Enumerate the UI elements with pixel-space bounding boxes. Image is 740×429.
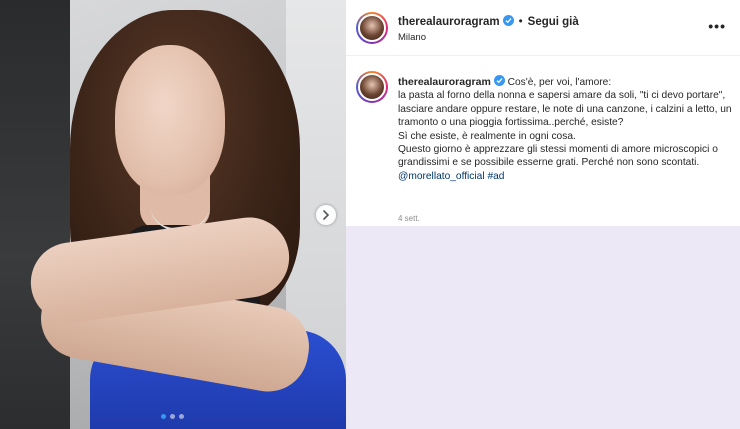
post-header: therealauroragram • Segui già Milano ••• [346, 0, 740, 56]
separator-dot: • [518, 16, 523, 28]
mention-link[interactable]: @morellato_official [398, 171, 485, 182]
carousel-dot [179, 414, 184, 419]
verified-badge-icon [493, 75, 505, 86]
caption-line: la pasta al forno della nonna e sapersi … [398, 90, 732, 129]
comments-section: therealauroragram Cos'è, per voi, l'amor… [346, 57, 740, 227]
post-timestamp[interactable]: 4 sett. [398, 214, 420, 223]
chevron-right-icon [323, 210, 330, 220]
post-caption: therealauroragram Cos'è, per voi, l'amor… [398, 75, 733, 183]
more-options-icon[interactable]: ••• [708, 18, 726, 34]
photo-background-dark [0, 0, 70, 429]
empty-panel-area [346, 226, 740, 429]
avatar[interactable] [356, 71, 388, 103]
carousel-dot [170, 414, 175, 419]
post-side-panel: therealauroragram • Segui già Milano ••• t… [346, 0, 740, 429]
carousel-dot [161, 414, 166, 419]
avatar[interactable] [356, 12, 388, 44]
caption-line: Cos'è, per voi, l'amore: [507, 77, 612, 88]
caption-line: Sì che esiste, è realmente in ogni cosa. [398, 130, 576, 142]
carousel-next-button[interactable] [316, 205, 336, 225]
post-location[interactable]: Milano [398, 32, 426, 43]
photo-face [115, 45, 225, 195]
following-button[interactable]: Segui già [528, 16, 579, 28]
carousel-indicator [161, 414, 184, 419]
header-username[interactable]: therealauroragram [398, 16, 500, 28]
caption-username[interactable]: therealauroragram [398, 76, 491, 88]
header-name-line: therealauroragram • Segui già [398, 15, 579, 28]
verified-badge-icon [502, 15, 514, 26]
post-photo[interactable] [0, 0, 346, 429]
hashtag-link[interactable]: #ad [487, 171, 504, 182]
caption-line: Questo giorno è apprezzare gli stessi mo… [398, 144, 718, 169]
